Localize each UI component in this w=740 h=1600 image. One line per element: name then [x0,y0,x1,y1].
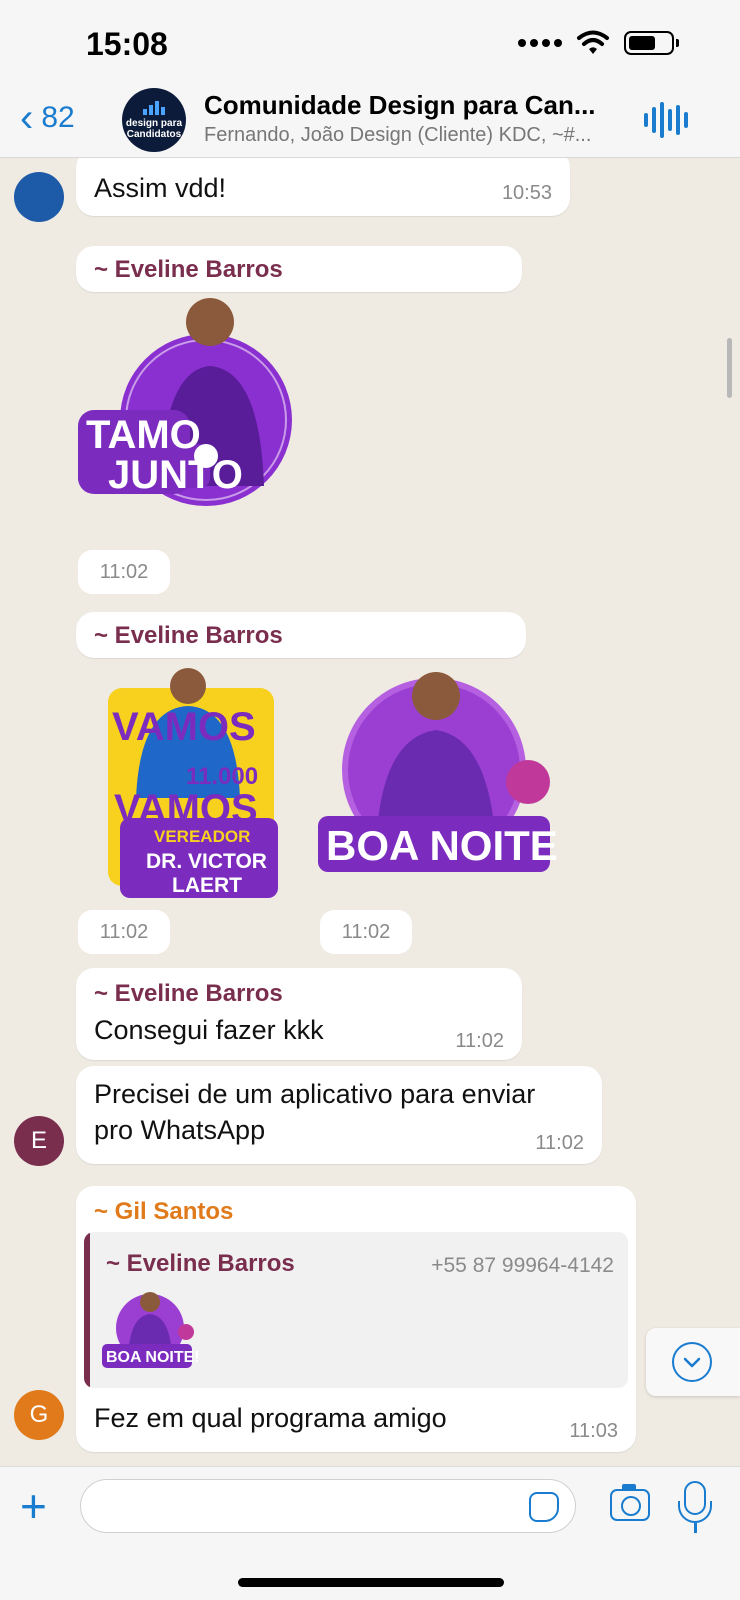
avatar[interactable] [14,172,64,222]
message-bubble[interactable]: Assim vdd! 10:53 [76,158,570,216]
heart-icon [194,444,218,468]
scroll-down-button[interactable] [646,1328,740,1396]
message-text: Fez em qual programa amigo [94,1403,447,1433]
message-text: Consegui fazer kkk [94,1015,324,1045]
message-time: 10:53 [501,182,552,204]
audio-wave-icon[interactable] [644,102,688,138]
logo-bars-icon [143,100,165,115]
sticker-vamos[interactable]: VAMOS 11.000 VAMOS VEREADOR DR. VICTOR L… [108,668,284,900]
chat-header: ‹ 82 design para Candidatos Comunidade D… [0,88,740,158]
group-title[interactable]: Comunidade Design para Can... [204,90,624,121]
camera-icon[interactable] [610,1484,650,1521]
sender-name: ~ Gil Santos [94,1198,234,1225]
sticker-time: 11:02 [78,550,170,594]
sender-bubble[interactable]: ~ Eveline Barros [76,246,522,292]
battery-icon [624,31,679,55]
unread-count: 82 [41,101,75,134]
group-members[interactable]: Fernando, João Design (Cliente) KDC, ~#.… [204,124,624,147]
sticker-word-2: VAMOS [114,787,258,831]
scrollbar[interactable] [727,338,732,398]
sticker-time: 11:02 [320,910,412,954]
message-time: 11:02 [535,1132,584,1154]
quoted-message[interactable]: ~ Eveline Barros +55 87 99964-4142 BOA N… [84,1232,628,1388]
home-indicator[interactable] [238,1578,504,1587]
sticker-role: VEREADOR [154,827,250,846]
sticker-tamo-junto[interactable]: TAMO JUNTO [78,296,318,536]
status-bar: 15:08 [0,0,740,88]
sender-name: ~ Eveline Barros [94,256,283,283]
message-bubble[interactable]: ~ Eveline Barros Consegui fazer kkk 11:0… [76,968,522,1060]
wifi-icon [577,30,609,54]
sticker-word-2: JUNTO [108,453,243,497]
message-time: 11:03 [569,1420,618,1442]
sticker-word-1: TAMO [86,413,201,457]
avatar[interactable]: G [14,1390,64,1440]
message-text: Assim vdd! [94,173,227,203]
chevron-left-icon: ‹ [20,96,34,140]
sticker-name-2: LAERT [172,874,242,897]
mic-base [694,1523,697,1533]
thumbs-up-icon [506,760,550,804]
quote-bar [84,1232,90,1388]
sticker-boa-noite[interactable]: BOA NOITE! [318,668,558,898]
sticker-time: 11:02 [78,910,170,954]
quote-phone: +55 87 99964-4142 [431,1254,614,1277]
quote-sticker-thumb: BOA NOITE! [102,1292,198,1368]
message-text-line: Precisei de um aplicativo para enviar [94,1079,536,1109]
sender-name: ~ Eveline Barros [94,980,283,1007]
chat-area[interactable]: Assim vdd! 10:53 ~ Eveline Barros TAMO J… [0,158,740,1466]
plus-icon[interactable]: + [20,1483,47,1529]
message-bubble[interactable]: Precisei de um aplicativo para enviar pr… [76,1066,602,1164]
sticker-word-1: VAMOS [112,705,256,749]
sender-name: ~ Eveline Barros [94,622,283,649]
quote-sticker-text: BOA NOITE! [106,1349,198,1366]
avatar[interactable]: E [14,1116,64,1166]
chevron-down-icon [672,1342,712,1382]
thumbs-up-icon [178,1324,194,1340]
message-input[interactable] [80,1479,576,1533]
back-button[interactable]: ‹ 82 [20,98,75,138]
mic-stand [678,1501,712,1523]
sticker-icon[interactable] [529,1492,559,1522]
message-bubble[interactable]: ~ Gil Santos ~ Eveline Barros +55 87 999… [76,1186,636,1452]
status-time: 15:08 [86,26,168,62]
group-avatar[interactable]: design para Candidatos [122,88,186,152]
sticker-word: BOA NOITE! [326,822,558,869]
sticker-name-1: DR. VICTOR [146,850,267,873]
avatar-logo-text: design para Candidatos [125,117,183,140]
quote-sender: ~ Eveline Barros [106,1250,295,1277]
message-input-field[interactable] [99,1480,519,1532]
signal-icon [518,39,562,47]
message-time: 11:02 [455,1030,504,1052]
sender-bubble[interactable]: ~ Eveline Barros [76,612,526,658]
message-text-line: pro WhatsApp [94,1115,266,1145]
status-icons [518,30,679,56]
sticker-number: 11.000 [186,763,258,790]
